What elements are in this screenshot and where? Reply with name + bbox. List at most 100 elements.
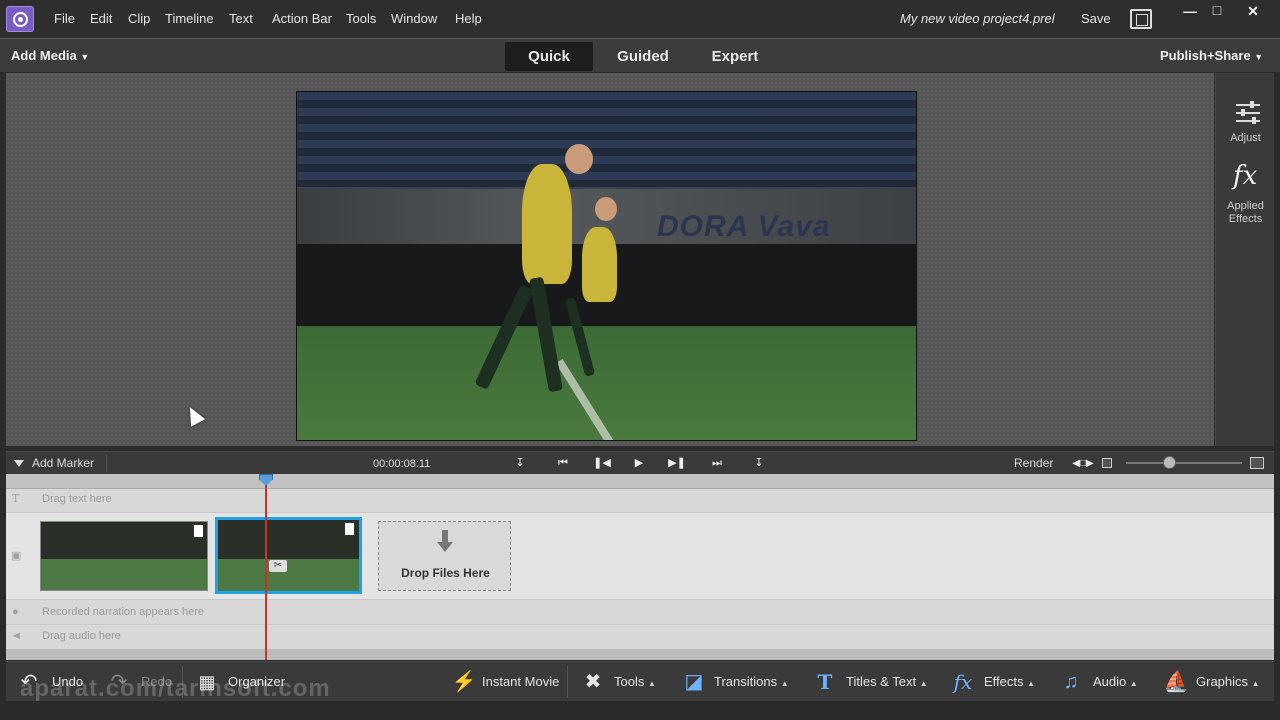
video-track[interactable]: ▣ ✂ Drop Files Here [6, 512, 1274, 600]
add-media-button[interactable]: Add Media ▼ [11, 48, 89, 63]
zoom-slider-knob[interactable] [1163, 456, 1176, 469]
graphics-button[interactable]: Graphics ▲ [1196, 674, 1260, 689]
narration-hint: Recorded narration appears here [42, 606, 205, 618]
add-media-label: Add Media [11, 48, 77, 63]
save-button[interactable]: Save [1081, 11, 1111, 26]
publish-share-button[interactable]: Publish+Share ▼ [1160, 48, 1263, 63]
player-figure [522, 164, 572, 284]
graphics-icon[interactable]: ⛵ [1163, 669, 1189, 695]
caret-up-icon: ▲ [1251, 679, 1260, 688]
banner-text: DORA Vava [657, 210, 831, 243]
timecode-display[interactable]: 00:00:08:11 [373, 458, 430, 470]
effects-label: Effects [984, 674, 1024, 689]
maximize-icon[interactable]: □ [1207, 2, 1227, 18]
close-icon[interactable]: ✕ [1243, 3, 1263, 19]
player-figure [582, 227, 617, 302]
tab-quick[interactable]: Quick [505, 42, 593, 71]
transitions-icon[interactable]: ◪ [681, 669, 707, 695]
chevron-down-icon: ▼ [80, 52, 90, 62]
zoom-in-icon[interactable] [1250, 457, 1264, 469]
adjust-label[interactable]: Adjust [1216, 132, 1275, 144]
timeline: T Drag text here ▣ ✂ Drop Files Here ● R… [6, 474, 1274, 660]
player-head [565, 144, 593, 174]
applied-effects-label-line1: Applied [1227, 200, 1264, 212]
audio-track[interactable]: ◄ Drag audio here [6, 625, 1274, 649]
video-clip[interactable] [40, 521, 208, 591]
audio-button[interactable]: Audio ▲ [1093, 674, 1138, 689]
project-title: My new video project4.prel [900, 11, 1055, 26]
instant-movie-icon[interactable]: ⚡ [451, 669, 477, 695]
render-button[interactable]: Render [1014, 456, 1053, 470]
menu-clip[interactable]: Clip [128, 11, 150, 26]
play-icon[interactable]: ▶ [628, 455, 650, 472]
clip-thumbnail [41, 559, 207, 590]
goto-end-icon[interactable]: ⏭ [706, 455, 728, 472]
video-clip-selected[interactable]: ✂ [215, 517, 362, 594]
zoom-slider-track[interactable] [1126, 462, 1242, 464]
right-panel: Adjust fx Applied Effects [1215, 73, 1274, 446]
clip-fx-badge-icon[interactable] [344, 522, 355, 536]
graphics-label: Graphics [1196, 674, 1249, 689]
tools-label: Tools [614, 674, 645, 689]
effects-button[interactable]: Effects ▲ [984, 674, 1035, 689]
minimize-icon[interactable]: — [1180, 3, 1200, 19]
goto-in-icon[interactable]: ↧ [509, 455, 531, 472]
clip-thumbnail [218, 559, 359, 591]
step-back-icon[interactable]: ❚◀ [591, 455, 613, 472]
chevron-down-icon: ▼ [1254, 52, 1264, 62]
audio-icon[interactable]: ♫ [1058, 669, 1084, 695]
menu-timeline[interactable]: Timeline [165, 11, 214, 26]
scissors-icon[interactable]: ✂ [269, 560, 287, 572]
instant-movie-button[interactable]: Instant Movie [482, 674, 559, 689]
text-track-icon: T [12, 492, 20, 505]
menu-help[interactable]: Help [455, 11, 482, 26]
titles-text-icon[interactable]: T [812, 669, 838, 695]
adjust-icon[interactable] [1236, 101, 1260, 124]
drop-zone[interactable]: Drop Files Here [378, 521, 511, 591]
menu-action-bar[interactable]: Action Bar [272, 11, 332, 26]
watermark: aparat.com/tarinsoft.com [20, 675, 331, 702]
add-marker-button[interactable]: Add Marker [32, 456, 94, 470]
menu-bar: File Edit Clip Timeline Text Action Bar … [0, 0, 1280, 38]
text-track-hint: Drag text here [42, 493, 112, 505]
speaker-icon: ◄ [11, 630, 22, 642]
publish-share-label: Publish+Share [1160, 48, 1251, 63]
effects-icon[interactable]: fx [950, 669, 976, 695]
app-logo-icon[interactable] [6, 6, 34, 32]
tools-icon[interactable]: ✖ [580, 669, 606, 695]
clip-fx-badge-icon[interactable] [193, 524, 204, 538]
applied-effects-label[interactable]: Applied Effects [1216, 200, 1275, 226]
video-preview[interactable]: DORA Vava [296, 91, 917, 441]
zoom-out-icon[interactable] [1102, 458, 1112, 468]
fit-timeline-icon[interactable]: ◀□▶ [1072, 455, 1094, 472]
transitions-button[interactable]: Transitions ▲ [714, 674, 789, 689]
fullscreen-icon[interactable] [1130, 9, 1152, 29]
goto-out-icon[interactable]: ↧ [748, 455, 770, 472]
tab-expert[interactable]: Expert [694, 42, 776, 71]
menu-edit[interactable]: Edit [90, 11, 112, 26]
caret-up-icon: ▲ [780, 679, 789, 688]
audio-label: Audio [1093, 674, 1127, 689]
bottom-strip [0, 701, 1280, 720]
menu-file[interactable]: File [54, 11, 75, 26]
step-forward-icon[interactable]: ▶❚ [666, 455, 688, 472]
tab-guided[interactable]: Guided [600, 42, 686, 71]
menu-tools[interactable]: Tools [346, 11, 376, 26]
goto-start-icon[interactable]: ⏮ [552, 455, 574, 472]
drop-files-label: Drop Files Here [401, 566, 490, 580]
tools-button[interactable]: Tools ▲ [614, 674, 656, 689]
applied-effects-icon[interactable]: fx [1233, 161, 1257, 191]
menu-window[interactable]: Window [391, 11, 437, 26]
down-arrow-icon [437, 530, 453, 554]
applied-effects-label-line2: Effects [1228, 213, 1263, 225]
menu-text[interactable]: Text [229, 11, 253, 26]
caret-up-icon: ▲ [647, 679, 656, 688]
stadium-stands [297, 92, 916, 187]
narration-track[interactable]: ● Recorded narration appears here [6, 601, 1274, 625]
timeline-scrollbar[interactable] [6, 649, 1274, 660]
titles-text-button[interactable]: Titles & Text ▲ [846, 674, 928, 689]
marker-dropdown-icon[interactable] [14, 460, 24, 467]
titles-text-label: Titles & Text [846, 674, 917, 689]
microphone-icon: ● [12, 606, 19, 618]
time-ruler[interactable] [6, 474, 1274, 489]
